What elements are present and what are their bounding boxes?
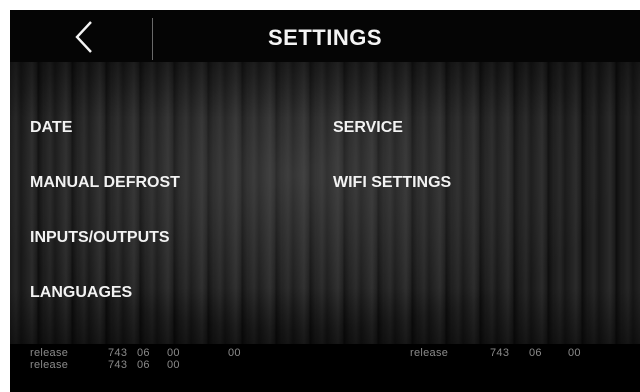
- menu-panel: DATE MANUAL DEFROST INPUTS/OUTPUTS LANGU…: [10, 62, 640, 344]
- release-label: release: [30, 347, 69, 359]
- release-value: 00: [167, 347, 180, 359]
- back-button[interactable]: [52, 12, 148, 60]
- release-value: 00: [568, 347, 581, 359]
- release-value: 00: [167, 359, 180, 371]
- release-label: release: [30, 359, 69, 371]
- settings-screen: SETTINGS DATE MANUAL DEFROST INPUTS/OUTP…: [10, 10, 640, 392]
- menu-item-manual-defrost[interactable]: MANUAL DEFROST: [30, 174, 180, 192]
- menu-item-service[interactable]: SERVICE: [333, 119, 403, 137]
- menu-item-inputs-outputs[interactable]: INPUTS/OUTPUTS: [30, 229, 170, 247]
- release-info: release 743 06 00 00 release 743 06 00 r…: [10, 344, 640, 392]
- release-value: 06: [137, 347, 150, 359]
- release-value: 00: [228, 347, 241, 359]
- release-value: 06: [529, 347, 542, 359]
- chevron-left-icon: [75, 21, 92, 53]
- release-label: release: [410, 347, 449, 359]
- release-value: 743: [108, 347, 128, 359]
- header-divider: [152, 18, 153, 60]
- menu-item-wifi-settings[interactable]: WIFI SETTINGS: [333, 174, 451, 192]
- release-value: 06: [137, 359, 150, 371]
- release-value: 743: [490, 347, 510, 359]
- header-bar: SETTINGS: [10, 10, 640, 62]
- menu-item-date[interactable]: DATE: [30, 119, 72, 137]
- release-value: 743: [108, 359, 128, 371]
- menu-item-languages[interactable]: LANGUAGES: [30, 284, 132, 302]
